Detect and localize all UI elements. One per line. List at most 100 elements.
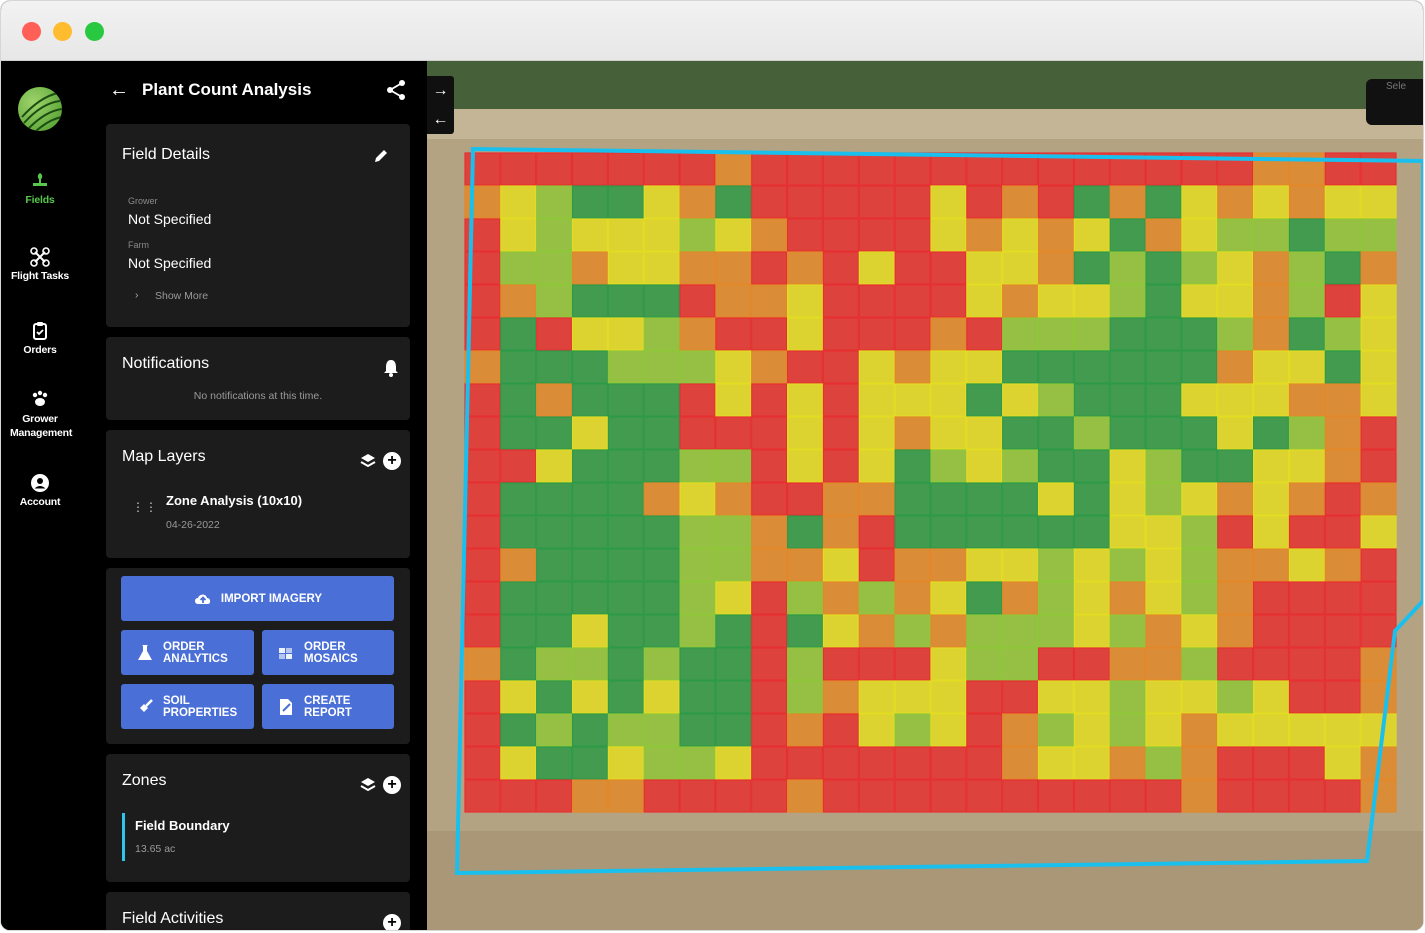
zone-cell [894,482,931,516]
import-imagery-button[interactable]: IMPORT IMAGERY [121,576,394,621]
zone-cell [1002,482,1039,516]
zone-cell [571,779,608,813]
zone-cell [1217,317,1254,351]
zone-cell [787,515,824,549]
zone-cell [1145,317,1182,351]
map-view[interactable] [427,61,1423,930]
rail-item-flight-tasks[interactable]: Flight Tasks [1,247,79,282]
zone-cell [787,416,824,450]
zone-cell [715,647,752,681]
zone-cell [1002,746,1039,780]
zone-cell [1145,383,1182,417]
zone-cell [1073,449,1110,483]
zone-cell [894,152,931,186]
zone-cell [1109,416,1146,450]
zone-name[interactable]: Field Boundary [135,818,230,833]
zone-cell [858,383,895,417]
panel-header: ← Plant Count Analysis [79,61,427,121]
zone-cell [1360,482,1397,516]
zone-cell [751,416,788,450]
zone-cell [858,449,895,483]
drag-handle-icon[interactable]: ⋮⋮ [132,501,158,513]
zone-cell [1073,185,1110,219]
zone-cell [464,614,501,648]
rail-item-account[interactable]: Account [1,473,79,508]
zone-cell [500,614,537,648]
layer-name[interactable]: Zone Analysis (10x10) [166,493,302,508]
zone-cell [607,581,644,615]
zone-cell [787,284,824,318]
zone-cell [1288,218,1325,252]
nav-rail: Fields Flight Tasks Orders Grower Manage… [1,61,79,930]
zone-cell [1073,218,1110,252]
zone-cell [536,515,573,549]
back-arrow-icon[interactable]: ← [109,79,129,102]
zone-cell [643,779,680,813]
zone-cell [751,350,788,384]
add-layer-button[interactable]: + [383,452,401,470]
zone-cell [1145,680,1182,714]
zone-cell [966,779,1003,813]
zone-cell [1288,614,1325,648]
page-title: Plant Count Analysis [142,80,312,99]
order-mosaics-button[interactable]: ORDER MOSAICS [262,630,394,675]
close-window-button[interactable] [22,22,41,41]
zone-cell [858,680,895,714]
zone-cell [751,449,788,483]
expand-arrow-icon[interactable]: → [427,76,454,105]
zone-cell [1037,251,1074,285]
zone-cell [1109,383,1146,417]
notifications-title: Notifications [122,355,210,372]
share-icon[interactable] [385,79,407,101]
zone-cell [1109,317,1146,351]
zone-cell [1288,251,1325,285]
zone-cell [643,515,680,549]
zone-cell [930,581,967,615]
collapse-arrow-icon[interactable]: ← [427,105,454,134]
soil-properties-button[interactable]: SOIL PROPERTIES [121,684,254,729]
zone-cell [1073,284,1110,318]
zone-cell [715,317,752,351]
rail-item-label: Grower Management [10,413,73,439]
zone-cell [751,746,788,780]
zone-cell [1324,251,1361,285]
zone-cell [930,713,967,747]
layers-icon[interactable] [359,452,377,470]
select-tool-button[interactable]: Sele [1366,79,1423,125]
zone-cell [751,218,788,252]
zone-cell [1324,317,1361,351]
add-zone-button[interactable]: + [383,776,401,794]
add-activity-button[interactable]: + [383,914,401,930]
zone-cell [966,647,1003,681]
zone-cell [1073,713,1110,747]
panel-toggle: → ← [427,76,454,134]
bell-icon[interactable] [383,359,399,377]
zone-cell [1073,251,1110,285]
globe-leaf-logo[interactable] [18,87,62,131]
zone-cell [930,251,967,285]
rail-item-grower-management[interactable]: Grower Management [1,389,79,440]
rail-item-fields[interactable]: Fields [1,171,79,206]
zone-cell [1073,647,1110,681]
edit-pencil-icon[interactable] [373,148,389,164]
zone-cell [966,713,1003,747]
rail-item-orders[interactable]: Orders [1,321,79,356]
zone-cell [500,251,537,285]
layers-icon[interactable] [359,776,377,794]
zone-cell [787,548,824,582]
zone-cell [787,647,824,681]
zone-cell [607,383,644,417]
show-more-link[interactable]: Show More [155,290,208,302]
minimize-window-button[interactable] [53,22,72,41]
zone-cell [571,383,608,417]
zone-cell [571,218,608,252]
create-report-button[interactable]: CREATE REPORT [262,684,394,729]
zone-cell [858,746,895,780]
zone-cell [1037,680,1074,714]
zone-cell [679,317,716,351]
zone-cell [1037,713,1074,747]
zone-cell [464,152,501,186]
order-analytics-button[interactable]: ORDER ANALYTICS [121,630,254,675]
zone-cell [643,284,680,318]
maximize-window-button[interactable] [85,22,104,41]
